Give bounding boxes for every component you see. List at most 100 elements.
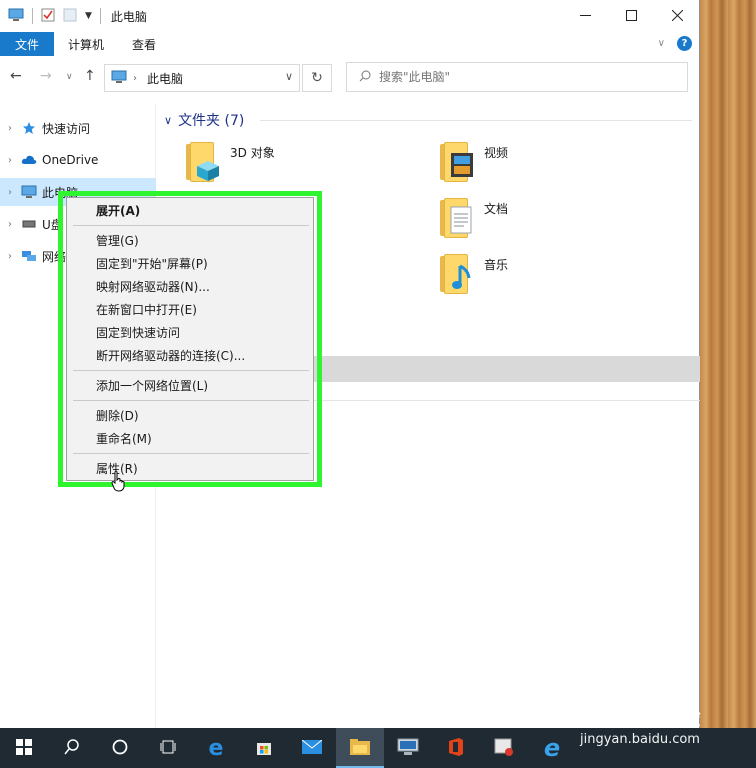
chevron-right-icon[interactable]: › xyxy=(0,123,20,134)
task-view-icon xyxy=(160,739,176,758)
address-bar[interactable]: › 此电脑 ∨ xyxy=(104,64,300,92)
folder-name: 视频 xyxy=(484,146,509,160)
computer-icon xyxy=(8,8,24,25)
office-icon xyxy=(447,737,465,760)
menu-item-delete[interactable]: 删除(D) xyxy=(67,404,313,426)
search-box[interactable] xyxy=(346,62,688,92)
expand-ribbon-icon[interactable]: ∨ xyxy=(658,38,665,49)
menu-separator xyxy=(73,225,309,226)
chevron-down-icon[interactable]: ∨ xyxy=(164,114,172,127)
3d-objects-folder-icon xyxy=(184,140,224,184)
media-button[interactable] xyxy=(480,728,528,768)
customize-toolbar-icon[interactable]: ▼ xyxy=(85,11,92,21)
mail-button[interactable] xyxy=(288,728,336,768)
folders-group-header[interactable]: ∨ 文件夹 (7) xyxy=(164,110,244,130)
window-title: 此电脑 xyxy=(110,9,147,24)
title-bar: ▼ 此电脑 xyxy=(0,0,700,32)
sidebar-item-quick-access[interactable]: › 快速访问 xyxy=(0,114,156,142)
maximize-button[interactable] xyxy=(608,0,654,30)
taskbar-search-button[interactable] xyxy=(48,728,96,768)
tab-view[interactable]: 查看 xyxy=(118,32,170,56)
back-arrow-icon[interactable]: ← xyxy=(10,68,22,84)
menu-item-properties[interactable]: 属性(R) xyxy=(67,457,313,479)
cloud-icon xyxy=(20,152,38,168)
start-button[interactable] xyxy=(0,728,48,768)
menu-separator xyxy=(73,400,309,401)
task-view-button[interactable] xyxy=(144,728,192,768)
breadcrumb[interactable]: 此电脑 xyxy=(147,70,183,87)
search-input[interactable] xyxy=(379,70,659,84)
documents-folder-icon xyxy=(438,196,478,240)
computer-icon xyxy=(111,70,127,87)
chevron-right-icon[interactable]: › xyxy=(0,219,20,230)
star-icon xyxy=(20,120,38,136)
up-arrow-icon[interactable]: ↑ xyxy=(84,68,96,84)
forward-arrow-icon[interactable]: → xyxy=(40,68,52,84)
help-icon[interactable]: ? xyxy=(677,36,692,51)
watermark-url: jingyan.baidu.com xyxy=(580,732,700,747)
refresh-button[interactable]: ↻ xyxy=(302,64,332,92)
file-explorer-button[interactable] xyxy=(336,728,384,768)
menu-item-rename[interactable]: 重命名(M) xyxy=(67,427,313,449)
folder-3d-objects[interactable]: 3D 对象 xyxy=(184,140,275,184)
folder-name: 音乐 xyxy=(484,258,509,272)
folder-music[interactable]: 音乐 xyxy=(438,252,508,296)
tab-file[interactable]: 文件 xyxy=(0,32,54,56)
tab-computer[interactable]: 计算机 xyxy=(54,32,118,56)
folder-videos[interactable]: 视频 xyxy=(438,140,508,184)
folder-name: 3D 对象 xyxy=(230,146,275,160)
baidu-jingyan-watermark: Baidu经验 jingyan.baidu.com xyxy=(580,700,750,760)
new-folder-icon[interactable] xyxy=(63,8,77,25)
internet-explorer-button[interactable]: e xyxy=(528,728,576,768)
chevron-right-icon[interactable]: › xyxy=(0,155,20,166)
hand-cursor-icon xyxy=(110,470,128,495)
file-explorer-icon xyxy=(350,738,370,758)
divider xyxy=(260,120,692,121)
sidebar-item-label: OneDrive xyxy=(42,153,99,167)
computer-icon xyxy=(20,184,38,200)
menu-separator xyxy=(73,370,309,371)
close-button[interactable] xyxy=(654,0,700,30)
videos-folder-icon xyxy=(438,140,478,184)
menu-item-map-network-drive[interactable]: 映射网络驱动器(N)... xyxy=(67,275,313,297)
network-icon xyxy=(20,248,38,264)
desktop-background xyxy=(700,0,756,728)
menu-item-add-network-location[interactable]: 添加一个网络位置(L) xyxy=(67,374,313,396)
chevron-right-icon[interactable]: › xyxy=(0,187,20,198)
folder-documents[interactable]: 文档 xyxy=(438,196,508,240)
windows-start-icon xyxy=(16,738,32,758)
toolbar-divider xyxy=(99,8,101,24)
mail-icon xyxy=(301,739,323,757)
menu-item-expand[interactable]: 展开(A) xyxy=(67,199,313,221)
sidebar-item-onedrive[interactable]: › OneDrive xyxy=(0,146,156,174)
ribbon-right-controls: ∨ ? xyxy=(658,36,692,51)
office-button[interactable] xyxy=(432,728,480,768)
refresh-icon: ↻ xyxy=(311,70,323,86)
menu-item-pin-to-start[interactable]: 固定到"开始"屏幕(P) xyxy=(67,252,313,274)
properties-icon[interactable] xyxy=(41,8,55,25)
window-controls xyxy=(562,0,700,30)
music-folder-icon xyxy=(438,252,478,296)
minimize-button[interactable] xyxy=(562,0,608,30)
sidebar-item-label: 快速访问 xyxy=(42,121,91,136)
recent-locations-icon[interactable]: ∨ xyxy=(66,72,73,82)
store-button[interactable] xyxy=(240,728,288,768)
context-menu: 展开(A) 管理(G) 固定到"开始"屏幕(P) 映射网络驱动器(N)... 在… xyxy=(66,197,314,481)
cortana-button[interactable] xyxy=(96,728,144,768)
store-icon xyxy=(255,738,273,759)
search-icon xyxy=(64,738,80,758)
chevron-down-icon[interactable]: ∨ xyxy=(285,70,293,83)
chevron-right-icon[interactable]: › xyxy=(0,251,20,262)
internet-explorer-icon: e xyxy=(543,734,561,762)
ribbon-tabs: 文件 计算机 查看 ∨ ? xyxy=(0,32,700,56)
menu-item-manage[interactable]: 管理(G) xyxy=(67,229,313,251)
edge-button[interactable]: e xyxy=(192,728,240,768)
quick-access-toolbar: ▼ xyxy=(0,8,101,25)
menu-item-disconnect-network-drive[interactable]: 断开网络驱动器的连接(C)... xyxy=(67,344,313,366)
menu-item-pin-quick-access[interactable]: 固定到快速访问 xyxy=(67,321,313,343)
remote-desktop-button[interactable] xyxy=(384,728,432,768)
search-icon xyxy=(359,70,371,85)
breadcrumb-separator-icon: › xyxy=(133,72,137,84)
menu-item-open-new-window[interactable]: 在新窗口中打开(E) xyxy=(67,298,313,320)
group-title: 文件夹 (7) xyxy=(178,113,245,129)
